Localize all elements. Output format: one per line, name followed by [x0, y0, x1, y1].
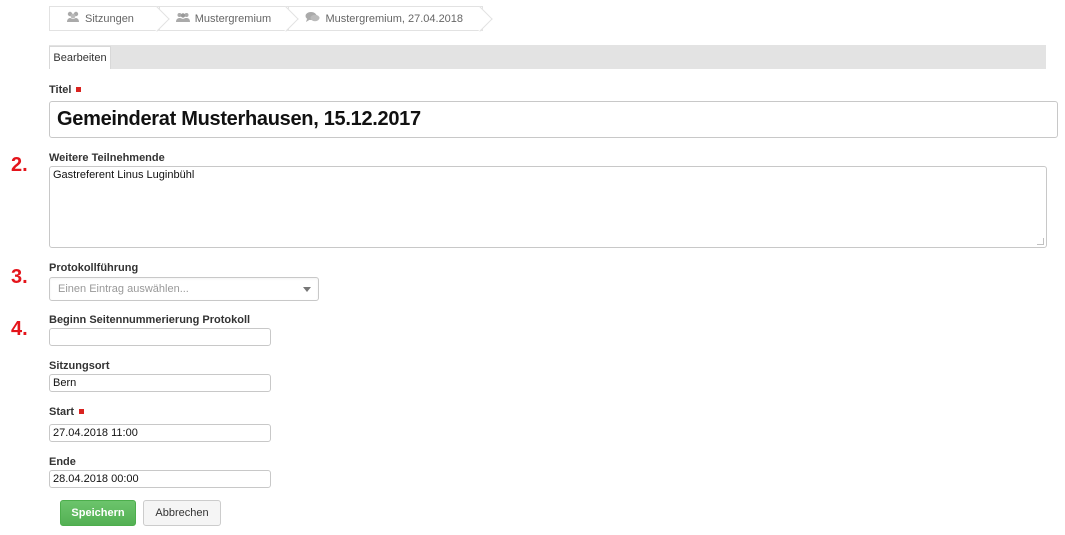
- location-input[interactable]: Bern: [49, 374, 271, 392]
- breadcrumb-label: Mustergremium: [194, 12, 272, 25]
- breadcrumb-item-meeting[interactable]: Mustergremium, 27.04.2018: [289, 7, 483, 30]
- save-button[interactable]: Speichern: [60, 500, 136, 526]
- participants-textarea[interactable]: Gastreferent Linus Luginbühl: [49, 166, 1047, 248]
- start-input[interactable]: 27.04.2018 11:00: [49, 424, 271, 442]
- breadcrumb-item-sitzungen[interactable]: Sitzungen: [50, 7, 160, 30]
- title-label: Titel: [49, 84, 82, 96]
- breadcrumb-item-mustergremium[interactable]: Mustergremium: [160, 7, 290, 30]
- resize-handle[interactable]: [1037, 238, 1044, 245]
- breadcrumb-label: Mustergremium, 27.04.2018: [325, 12, 464, 25]
- end-label: Ende: [49, 456, 76, 468]
- page-numbering-input[interactable]: [49, 328, 271, 346]
- select-placeholder: Einen Eintrag auswählen...: [58, 283, 189, 295]
- breadcrumb-label: Sitzungen: [85, 12, 134, 25]
- participants-value: Gastreferent Linus Luginbühl: [53, 169, 195, 181]
- cancel-button[interactable]: Abbrechen: [143, 500, 221, 526]
- end-input[interactable]: 28.04.2018 00:00: [49, 470, 271, 488]
- minutes-keeper-label: Protokollführung: [49, 262, 139, 274]
- participants-label: Weitere Teilnehmende: [49, 152, 165, 164]
- start-label: Start: [49, 406, 85, 418]
- people-icon: [175, 12, 190, 26]
- tab-bearbeiten[interactable]: Bearbeiten: [49, 46, 111, 69]
- speech-bubbles-icon: [305, 11, 320, 26]
- annotation-marker-3: 3.: [11, 266, 28, 288]
- minutes-keeper-select[interactable]: Einen Eintrag auswählen...: [49, 277, 319, 301]
- required-indicator: [76, 86, 82, 92]
- required-indicator: [79, 408, 85, 414]
- group-icon: [66, 11, 80, 26]
- annotation-marker-4: 4.: [11, 318, 28, 340]
- breadcrumb: Sitzungen Mustergremium Mustergremium, 2…: [49, 6, 483, 31]
- page-numbering-label: Beginn Seitennummerierung Protokoll: [49, 314, 251, 326]
- chevron-down-icon: [303, 287, 311, 292]
- location-label: Sitzungsort: [49, 360, 110, 372]
- tab-bar: Bearbeiten: [49, 45, 1046, 69]
- annotation-marker-2: 2.: [11, 154, 28, 176]
- title-input[interactable]: Gemeinderat Musterhausen, 15.12.2017: [49, 101, 1058, 138]
